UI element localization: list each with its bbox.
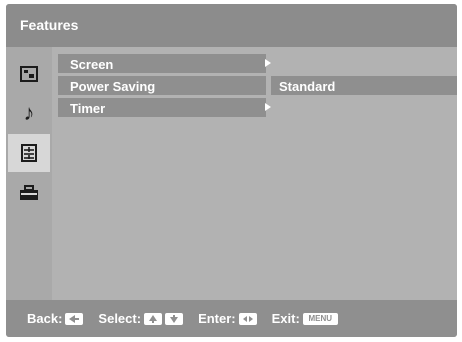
title-bar: Features	[6, 4, 457, 47]
menu-key-icon: MENU	[302, 312, 338, 325]
sidebar-item-picture[interactable]	[8, 55, 50, 93]
menu-item-label: Timer	[70, 101, 106, 116]
down-key-icon	[165, 312, 184, 325]
power-saving-option-standard[interactable]: Standard	[271, 76, 457, 95]
menu-item-label: Power Saving	[70, 79, 156, 94]
category-sidebar: ♪	[6, 47, 52, 300]
submenu-arrow-icon	[265, 103, 271, 111]
music-note-icon: ♪	[23, 100, 35, 125]
menu-item-power-saving[interactable]: Power Saving	[58, 76, 266, 95]
enter-hint-label: Enter:	[198, 311, 236, 326]
menu-item-label: Screen	[70, 57, 114, 72]
sidebar-item-sound[interactable]: ♪	[8, 94, 50, 132]
select-hint-label: Select:	[98, 311, 142, 326]
sidebar-item-features[interactable]	[8, 134, 50, 172]
menu-item-screen[interactable]: Screen	[58, 54, 266, 73]
picture-icon	[20, 66, 38, 82]
toolbox-icon	[20, 185, 38, 200]
back-key-icon	[65, 312, 84, 325]
button-hint-bar: Back: Select: Enter: Exit: MENU	[6, 300, 457, 337]
features-icon	[21, 144, 37, 162]
exit-hint-label: Exit:	[271, 311, 300, 326]
menu-title: Features	[20, 17, 79, 33]
power-saving-value: Standard	[279, 79, 336, 94]
back-hint-label: Back:	[27, 311, 63, 326]
features-menu-panel: Features ♪ Screen Power Saving Standard …	[6, 4, 457, 337]
menu-item-timer[interactable]: Timer	[58, 98, 266, 117]
sidebar-item-setup[interactable]	[8, 174, 50, 212]
up-key-icon	[144, 312, 163, 325]
enter-key-icon	[238, 312, 257, 325]
submenu-arrow-icon	[265, 59, 271, 67]
